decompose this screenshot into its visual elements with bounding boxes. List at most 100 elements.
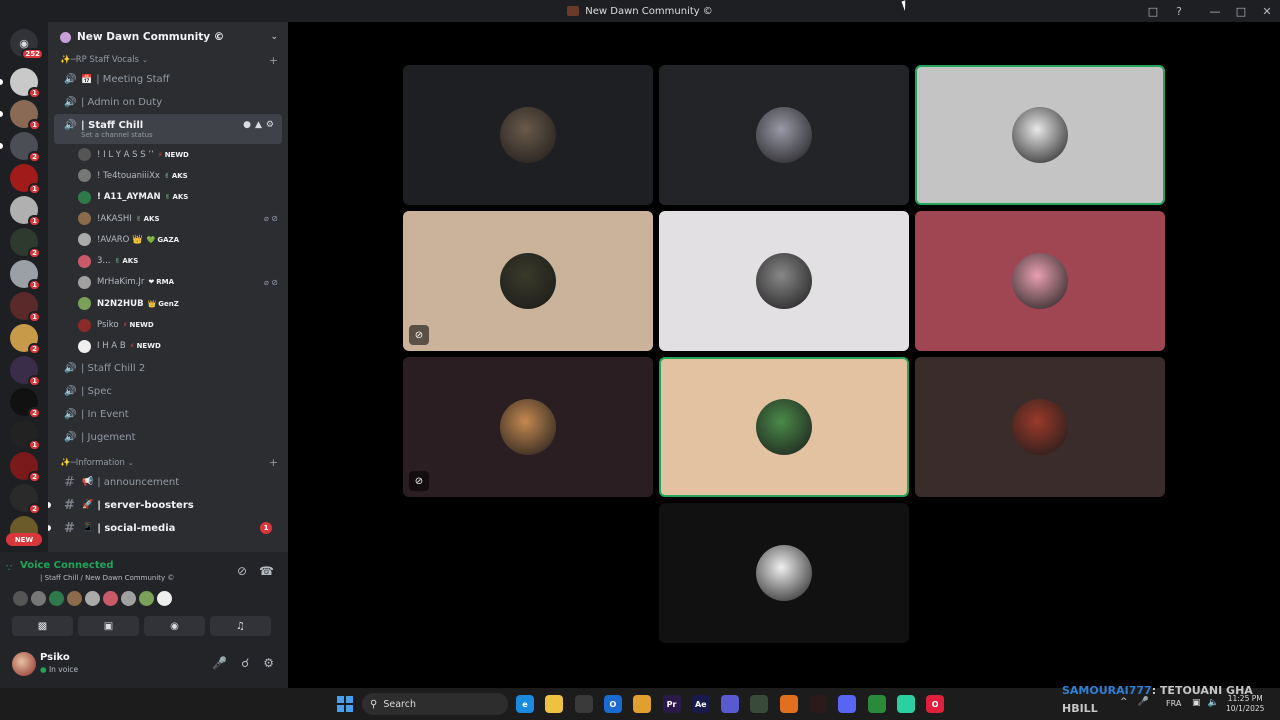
server-header[interactable]: New Dawn Community © ⌄ xyxy=(48,22,288,52)
participant-tile[interactable] xyxy=(915,65,1165,205)
text-channel[interactable]: # 🚀 | server-boosters xyxy=(48,494,282,517)
participant-tile[interactable] xyxy=(659,65,909,205)
camera-button[interactable]: ▩ xyxy=(12,616,73,636)
headphones-icon[interactable]: ☌ xyxy=(241,656,249,670)
participant-tile[interactable]: ⊘ xyxy=(403,211,653,351)
voice-member[interactable]: 3... ✌ AKS xyxy=(48,250,288,271)
server-icon[interactable]: 1 xyxy=(0,68,41,99)
clock[interactable]: 11:25 PM 10/1/2025 xyxy=(1226,694,1264,714)
gear-icon[interactable]: ⚙ xyxy=(266,120,274,130)
inbox-icon[interactable]: □ xyxy=(1140,0,1166,22)
avatar[interactable] xyxy=(12,652,36,676)
activity-button[interactable]: ◉ xyxy=(144,616,205,636)
participant-tile[interactable] xyxy=(659,503,909,643)
voice-member[interactable]: MrHaKim.Jr ❤ RMA ⌀ ⊘ xyxy=(48,272,288,293)
server-icon[interactable]: 2 xyxy=(10,452,41,483)
voice-member[interactable]: Psiko ⚡ NEWD xyxy=(48,314,288,335)
game-icon[interactable] xyxy=(750,695,769,713)
teams-icon[interactable] xyxy=(721,695,740,713)
voice-channel[interactable]: 🔊 | In Event xyxy=(54,403,282,426)
server-icon[interactable]: 1 xyxy=(10,164,41,195)
participant-avatar[interactable] xyxy=(31,591,46,606)
participant-avatar[interactable] xyxy=(103,591,118,606)
volume-icon[interactable]: 🔈 xyxy=(1208,698,1219,708)
direct-messages-button[interactable]: ◉ 252 xyxy=(10,29,44,60)
participant-avatar[interactable] xyxy=(67,591,82,606)
server-icon[interactable]: 1 xyxy=(0,100,41,131)
category-information[interactable]: ✨─Information ⌄ + xyxy=(48,455,288,471)
voice-member[interactable]: ! I L Y A S S ʼʼ ⚡ NEWD xyxy=(48,144,288,165)
participant-avatar[interactable] xyxy=(157,591,172,606)
server-icon[interactable]: 1 xyxy=(10,420,41,451)
chrome2-icon[interactable] xyxy=(867,695,886,713)
voice-status[interactable]: Voice Connected xyxy=(20,560,114,571)
voice-channel-path[interactable]: | Staff Chill / New Dawn Community © xyxy=(40,574,174,582)
chrome-icon[interactable] xyxy=(633,695,652,713)
disconnect-icon[interactable]: ☎ xyxy=(259,564,274,578)
participant-tile[interactable] xyxy=(403,65,653,205)
whatsapp-icon[interactable] xyxy=(896,695,915,713)
new-servers-badge[interactable]: NEW xyxy=(6,533,42,546)
record-icon[interactable] xyxy=(809,695,827,713)
text-channel[interactable]: # 📱 | social-media 1 xyxy=(48,517,282,540)
app-icon[interactable] xyxy=(779,695,798,713)
voice-channel-staff-chill[interactable]: 🔊 | Staff Chill ● ▲ ⚙ Set a channel stat… xyxy=(54,114,282,144)
server-icon[interactable]: 2 xyxy=(0,132,41,163)
chat-icon[interactable]: ● xyxy=(243,120,251,130)
participant-tile[interactable] xyxy=(915,357,1165,497)
language-indicator[interactable]: FRA xyxy=(1166,699,1181,708)
participant-avatar[interactable] xyxy=(139,591,154,606)
noise-suppression-icon[interactable]: ⊘ xyxy=(237,564,247,578)
voice-channel[interactable]: 🔊 | Staff Chill 2 xyxy=(54,357,282,380)
aftereffects-icon[interactable]: Ae xyxy=(691,695,710,713)
files-icon[interactable] xyxy=(545,695,564,713)
participant-avatar[interactable] xyxy=(49,591,64,606)
opera-icon[interactable]: O xyxy=(926,695,945,713)
invite-icon[interactable]: ▲ xyxy=(255,120,262,130)
voice-member[interactable]: N2N2HUB 👑 GenZ xyxy=(48,293,288,314)
participant-avatar[interactable] xyxy=(13,591,28,606)
text-channel[interactable]: # 📢 | announcement xyxy=(54,471,282,494)
signal-icon[interactable]: ∵ xyxy=(6,564,16,574)
server-icon[interactable]: 2 xyxy=(10,228,41,259)
participant-avatar[interactable] xyxy=(121,591,136,606)
username[interactable]: Psiko xyxy=(40,652,70,663)
outlook-icon[interactable]: O xyxy=(603,695,622,713)
taskbar-search[interactable]: ⚲ Search xyxy=(362,693,508,715)
server-icon[interactable]: 2 xyxy=(10,324,41,355)
add-channel-icon[interactable]: + xyxy=(269,456,278,469)
maximize-button[interactable]: □ xyxy=(1228,0,1254,22)
participant-tile[interactable] xyxy=(659,357,909,497)
screen-share-button[interactable]: ▣ xyxy=(78,616,139,636)
help-icon[interactable]: ? xyxy=(1166,0,1192,22)
microphone-icon[interactable]: 🎤 xyxy=(212,656,227,670)
category-staff[interactable]: ✨─RP Staff Vocals ⌄ + xyxy=(48,52,288,68)
windows-start-icon[interactable] xyxy=(337,696,353,712)
participant-tile[interactable] xyxy=(915,211,1165,351)
server-icon[interactable]: 1 xyxy=(10,260,41,291)
voice-member[interactable]: ! A11_AYMAN ✌ AKS xyxy=(48,187,288,208)
store-icon[interactable] xyxy=(574,695,593,713)
server-icon[interactable]: 1 xyxy=(10,196,41,227)
network-icon[interactable]: ▣ xyxy=(1192,698,1201,708)
voice-channel[interactable]: 🔊 | Spec xyxy=(54,380,282,403)
premiere-icon[interactable]: Pr xyxy=(662,695,681,713)
voice-channel[interactable]: 🔊 | Jugement xyxy=(54,426,282,449)
tray-chevron-icon[interactable]: ^ xyxy=(1120,697,1128,707)
server-icon[interactable]: 2 xyxy=(10,484,41,515)
voice-channel[interactable]: 🔊 📅 | Meeting Staff xyxy=(54,68,282,91)
discord-icon[interactable] xyxy=(838,695,857,713)
voice-channel[interactable]: 🔊 | Admin on Duty xyxy=(54,91,282,114)
edge-icon[interactable]: e xyxy=(516,695,534,713)
voice-member[interactable]: Ι Η Α Β ⚡ NEWD xyxy=(48,336,288,357)
voice-member[interactable]: ! Te4touaniiiXx ✌ AKS xyxy=(48,165,288,186)
gear-icon[interactable]: ⚙ xyxy=(263,656,274,670)
close-button[interactable]: ✕ xyxy=(1254,0,1280,22)
server-icon[interactable]: 2 xyxy=(10,388,41,419)
microphone-tray-icon[interactable]: 🎤 xyxy=(1138,697,1149,707)
server-icon[interactable]: 1 xyxy=(10,356,41,387)
participant-tile[interactable]: ⊘ xyxy=(403,357,653,497)
participant-avatar[interactable] xyxy=(85,591,100,606)
server-icon[interactable]: 1 xyxy=(10,292,41,323)
participant-tile[interactable] xyxy=(659,211,909,351)
